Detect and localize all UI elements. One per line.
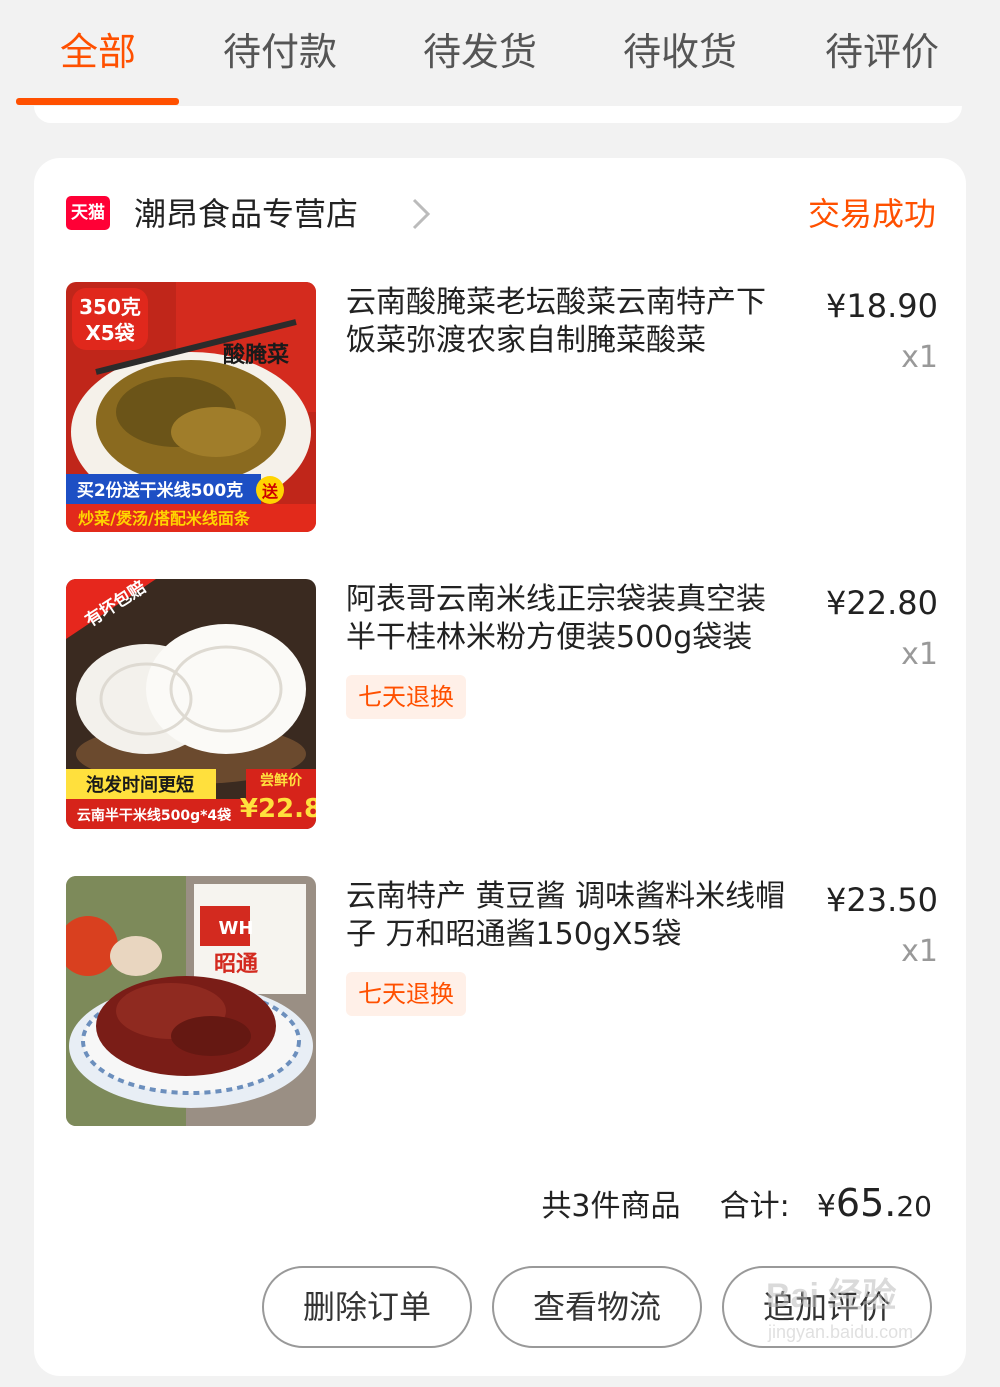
image-badge-top: 350克: [79, 295, 141, 319]
seven-day-return-tag: 七天退换: [346, 675, 466, 719]
previous-order-card: [34, 106, 962, 123]
image-pack-brand: WH: [219, 918, 254, 939]
tab-pending-shipment[interactable]: 待发货: [390, 24, 570, 80]
order-tabs: 全部 待付款 待发货 待收货 待评价: [0, 0, 1000, 106]
product-quantity: x1: [901, 637, 938, 672]
product-price: ¥18.90: [826, 287, 938, 325]
total-amount-integer: 65.: [835, 1181, 897, 1225]
view-logistics-button[interactable]: 查看物流: [492, 1266, 702, 1348]
chevron-right-icon[interactable]: [404, 196, 440, 232]
total-amount-decimal: 20: [896, 1190, 932, 1223]
tab-pending-review[interactable]: 待评价: [792, 24, 972, 80]
total-currency: ¥: [816, 1189, 836, 1224]
product-title[interactable]: 阿表哥云南米线正宗袋装真空装半干桂林米粉方便装500g袋装: [346, 581, 786, 657]
product-price: ¥23.50: [826, 881, 938, 919]
order-item[interactable]: WH 昭通 云南特产 黄豆酱 调味酱料米线帽子 万和昭通酱150gX5袋 ¥23…: [66, 876, 938, 1126]
tmall-logo-icon: 天猫: [66, 196, 110, 230]
tab-pending-receipt[interactable]: 待收货: [590, 24, 770, 80]
add-review-button[interactable]: 追加评价: [722, 1266, 932, 1348]
seven-day-return-tag: 七天退换: [346, 972, 466, 1016]
image-banner-soak: 泡发时间更短: [86, 774, 194, 796]
order-item[interactable]: 有坏包赔 泡发时间更短 云南半干米线500g*4袋 尝鲜价 ¥22.8 阿表哥云…: [66, 579, 938, 829]
store-header[interactable]: 天猫 潮昂食品专营店 交易成功: [66, 192, 936, 236]
tab-all[interactable]: 全部: [8, 24, 188, 80]
product-price: ¥22.80: [826, 584, 938, 622]
image-banner-spec: 云南半干米线500g*4袋: [77, 807, 232, 824]
product-title[interactable]: 云南特产 黄豆酱 调味酱料米线帽子 万和昭通酱150gX5袋: [346, 878, 786, 954]
image-promo-label: 尝鲜价: [260, 772, 303, 789]
store-name[interactable]: 潮昂食品专营店: [134, 192, 358, 236]
image-banner-usage: 炒菜/煲汤/搭配米线面条: [78, 509, 251, 528]
image-banner-gift: 买2份送干米线500克: [77, 480, 243, 501]
delete-order-button[interactable]: 删除订单: [262, 1266, 472, 1348]
tab-pending-payment[interactable]: 待付款: [190, 24, 370, 80]
image-pack-label: 酸腌菜: [223, 342, 289, 368]
order-card: 天猫 潮昂食品专营店 交易成功 350克 X5袋 酸腌菜 买2份送干米线500克: [34, 158, 966, 1376]
order-summary: 共3件商品 合计: ¥65.20: [541, 1178, 932, 1228]
product-quantity: x1: [901, 340, 938, 375]
item-count: 共3件商品: [541, 1189, 681, 1224]
image-banner-gift-tag: 送: [261, 482, 279, 501]
order-status: 交易成功: [807, 195, 936, 233]
image-badge-bottom: X5袋: [85, 321, 135, 345]
product-title[interactable]: 云南酸腌菜老坛酸菜云南特产下饭菜弥渡农家自制腌菜酸菜: [346, 284, 786, 360]
total-label: 合计:: [719, 1189, 790, 1224]
image-pack-label: 昭通: [214, 952, 258, 977]
product-quantity: x1: [901, 934, 938, 969]
product-image-rice-noodles[interactable]: 有坏包赔 泡发时间更短 云南半干米线500g*4袋 尝鲜价 ¥22.8: [66, 579, 316, 829]
image-promo-price: ¥22.8: [240, 794, 316, 824]
active-tab-indicator: [16, 98, 179, 105]
product-image-pickled-vegetables[interactable]: 350克 X5袋 酸腌菜 买2份送干米线500克 送 炒菜/煲汤/搭配米线面条: [66, 282, 316, 532]
product-image-bean-paste[interactable]: WH 昭通: [66, 876, 316, 1126]
order-item[interactable]: 350克 X5袋 酸腌菜 买2份送干米线500克 送 炒菜/煲汤/搭配米线面条 …: [66, 282, 938, 532]
